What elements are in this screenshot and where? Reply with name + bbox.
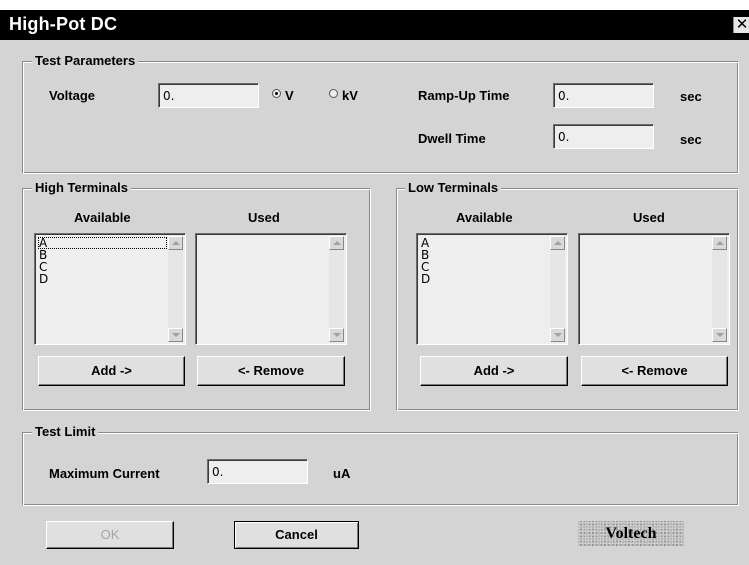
list-item[interactable]: D [38,273,167,285]
voltage-label: Voltage [49,88,95,103]
arrow-up-icon [172,241,180,245]
test-parameters-legend: Test Parameters [32,53,139,68]
high-available-label: Available [74,210,131,225]
low-terminals-legend: Low Terminals [405,180,502,195]
voltech-logo: Voltech [578,521,684,546]
radio-unselected-icon [329,89,338,98]
low-available-label: Available [456,210,513,225]
low-available-list[interactable]: A B C D [416,233,568,345]
list-item[interactable]: B [38,249,167,261]
unit-kv-radio[interactable] [329,89,338,98]
list-item[interactable]: A [420,237,549,249]
max-current-unit: uA [333,466,351,481]
cancel-button[interactable]: Cancel [234,521,359,549]
scroll-down-arrow[interactable] [329,328,344,342]
scrollbar[interactable] [329,236,344,342]
test-parameters-group [22,61,739,174]
high-terminals-legend: High Terminals [32,180,131,195]
ramp-up-time-label: Ramp-Up Time [418,88,510,103]
scroll-up-arrow[interactable] [329,236,344,250]
max-current-label: Maximum Current [49,466,160,481]
ok-button[interactable]: OK [46,521,174,549]
list-item[interactable]: C [38,261,167,273]
high-available-items: A B C D [38,237,167,285]
low-remove-button[interactable]: <- Remove [581,356,728,386]
high-used-list[interactable] [195,233,347,345]
low-used-list[interactable] [578,233,730,345]
unit-v-label[interactable]: V [285,88,294,103]
window-title: High-Pot DC [9,14,118,34]
arrow-up-icon [554,241,562,245]
list-item[interactable]: C [420,261,549,273]
unit-v-radio[interactable] [272,89,281,98]
scroll-down-arrow[interactable] [550,328,565,342]
scrollbar[interactable] [550,236,565,342]
list-item[interactable]: B [420,249,549,261]
arrow-up-icon [333,241,341,245]
arrow-up-icon [716,241,724,245]
ramp-up-time-input[interactable] [553,83,654,108]
dwell-unit: sec [680,132,702,147]
scrollbar[interactable] [712,236,727,342]
scrollbar[interactable] [168,236,183,342]
scroll-down-arrow[interactable] [168,328,183,342]
scroll-down-arrow[interactable] [712,328,727,342]
dwell-time-label: Dwell Time [418,131,486,146]
unit-kv-label[interactable]: kV [342,88,358,103]
high-add-button[interactable]: Add -> [38,356,185,386]
high-used-label: Used [248,210,280,225]
voltage-input[interactable] [158,83,259,108]
list-item[interactable]: A [38,237,167,249]
low-available-items: A B C D [420,237,549,285]
arrow-down-icon [716,333,724,337]
low-used-label: Used [633,210,665,225]
max-current-input[interactable] [207,459,308,484]
close-icon[interactable]: ✕ [733,17,749,33]
ramp-up-unit: sec [680,89,702,104]
arrow-down-icon [333,333,341,337]
arrow-down-icon [172,333,180,337]
dwell-time-input[interactable] [553,124,654,149]
high-available-list[interactable]: A B C D [34,233,186,345]
high-remove-button[interactable]: <- Remove [197,356,345,386]
radio-selected-icon [272,89,281,98]
scroll-up-arrow[interactable] [168,236,183,250]
scroll-up-arrow[interactable] [550,236,565,250]
low-add-button[interactable]: Add -> [420,356,568,386]
arrow-down-icon [554,333,562,337]
scroll-up-arrow[interactable] [712,236,727,250]
list-item[interactable]: D [420,273,549,285]
test-limit-legend: Test Limit [32,424,99,439]
